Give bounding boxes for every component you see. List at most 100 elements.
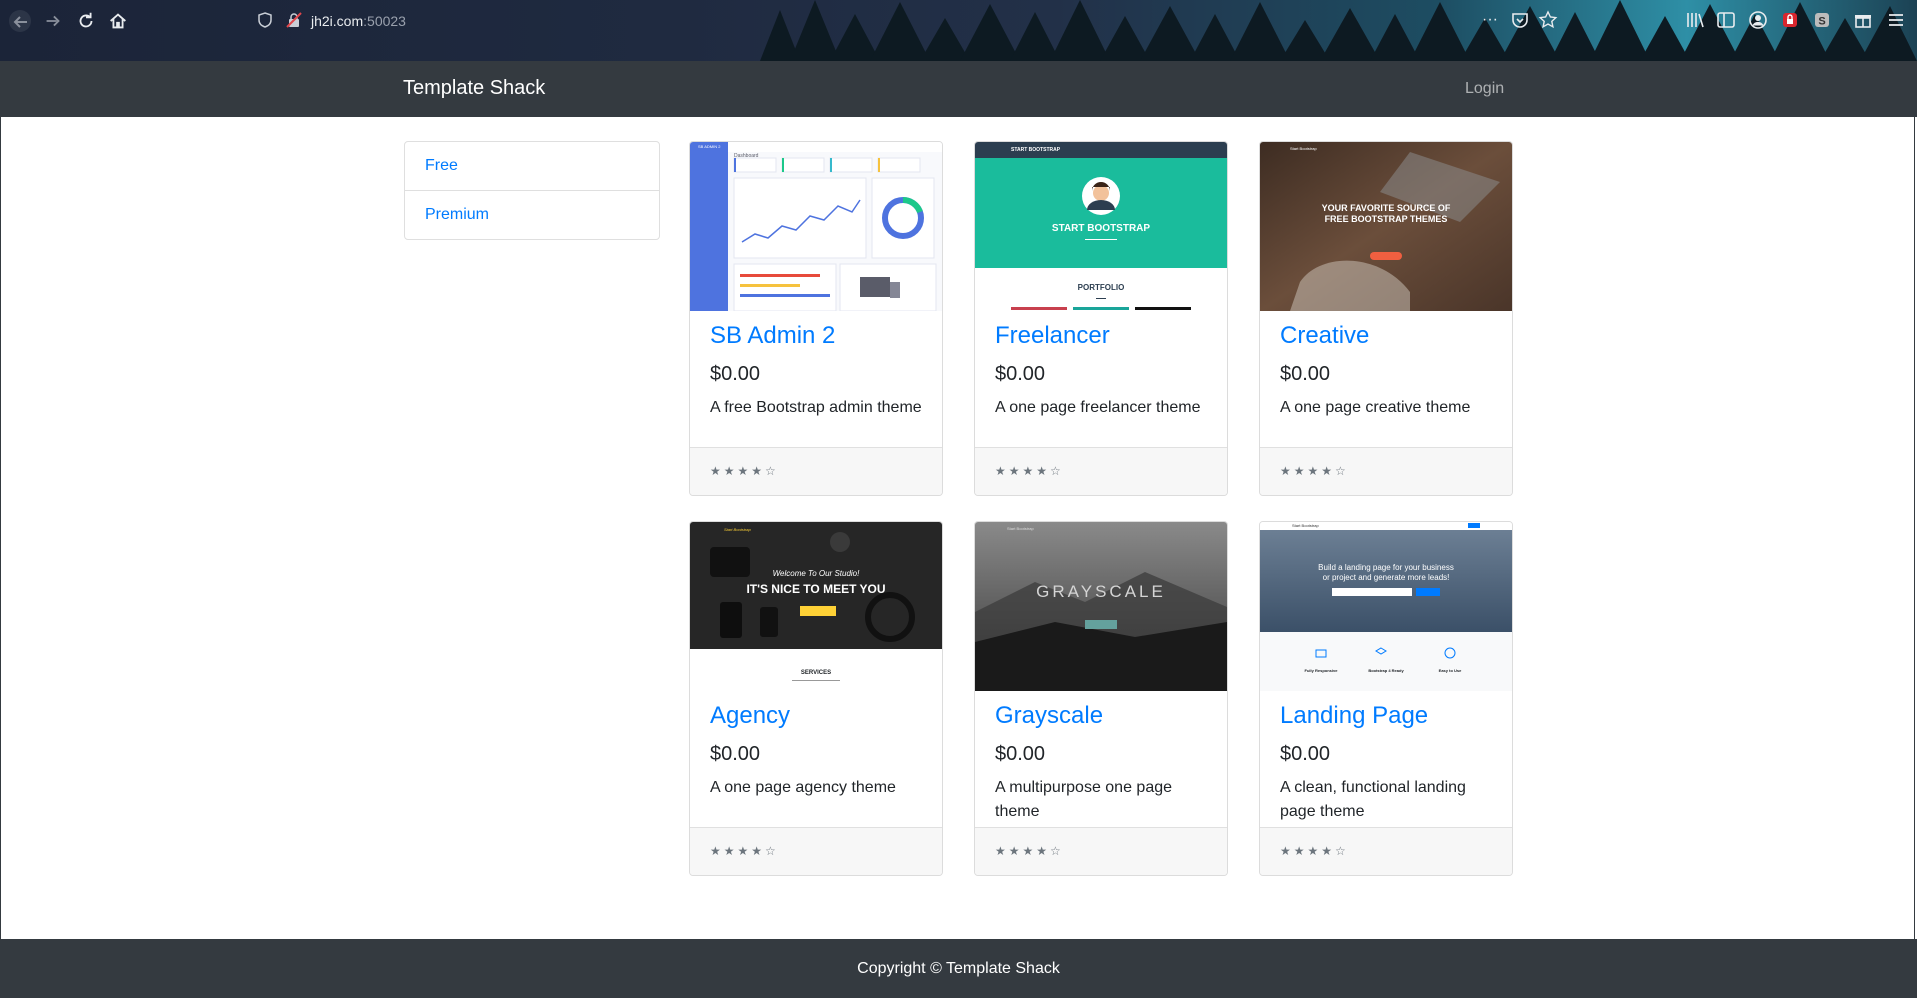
extension-icon[interactable] — [1780, 10, 1800, 30]
card-footer: ★★★★☆ — [1260, 827, 1512, 875]
category-premium[interactable]: Premium — [405, 190, 659, 239]
card-description: A clean, functional landing page theme — [1280, 779, 1466, 820]
card-body: Creative $0.00 A one page creative theme — [1280, 320, 1495, 420]
product-thumbnail[interactable]: Start Bootstrap Welcome To Our Studio! I… — [690, 522, 942, 691]
extension-s-icon[interactable]: S — [1812, 10, 1832, 30]
card-title-link[interactable]: SB Admin 2 — [710, 320, 925, 352]
card-description: A free Bootstrap admin theme — [710, 399, 922, 416]
thumb-heading: Dashboard — [734, 153, 759, 159]
shield-icon[interactable] — [258, 12, 272, 28]
thumb-feature1: Fully Responsive — [1304, 668, 1338, 673]
gift-icon[interactable] — [1853, 10, 1873, 30]
product-thumbnail[interactable]: Start Bootstrap GRAYSCALE — [975, 522, 1227, 691]
menu-icon[interactable] — [1886, 10, 1906, 30]
product-thumbnail[interactable]: SB ADMIN 2 Dashboard — [690, 142, 942, 311]
creative-preview-image — [1260, 142, 1512, 311]
category-free[interactable]: Free — [405, 142, 659, 190]
star-rating: ★★★★☆ — [1280, 844, 1349, 858]
category-list: Free Premium — [404, 141, 660, 240]
card-title-link[interactable]: Creative — [1280, 320, 1495, 352]
forest-theme-background — [760, 0, 1917, 61]
sidebar-icon[interactable] — [1716, 10, 1736, 30]
site-navbar: Template Shack Login — [0, 61, 1917, 117]
star-icon[interactable] — [1538, 10, 1558, 30]
landing-page-preview-image — [1260, 522, 1512, 691]
card-body: Landing Page $0.00 A clean, functional l… — [1280, 700, 1495, 824]
thumb-hero-line2: or project and generate more leads! — [1322, 573, 1450, 582]
card-footer: ★★★★☆ — [690, 827, 942, 875]
product-card: SB ADMIN 2 Dashboard SB Admin 2 $0.00 A … — [689, 141, 943, 496]
reload-button[interactable] — [75, 10, 97, 32]
main-content: Free Premium SB ADMIN 2 Dashboard SB Adm… — [0, 117, 1915, 939]
card-price: $0.00 — [710, 363, 761, 385]
thumb-hero-line1: YOUR FAVORITE SOURCE OF — [1321, 203, 1451, 213]
insecure-lock-icon[interactable] — [286, 12, 302, 28]
card-footer: ★★★★☆ — [1260, 447, 1512, 495]
product-thumbnail[interactable]: Start Bootstrap Build a landing page for… — [1260, 522, 1512, 691]
product-card: Start Bootstrap Welcome To Our Studio! I… — [689, 521, 943, 876]
card-body: SB Admin 2 $0.00 A free Bootstrap admin … — [710, 320, 925, 420]
star-rating: ★★★★☆ — [1280, 464, 1349, 478]
pocket-icon[interactable] — [1510, 10, 1530, 30]
product-card: Start Bootstrap GRAYSCALE Grayscale $0.0… — [974, 521, 1228, 876]
thumb-nav: Start Bootstrap — [1007, 526, 1034, 531]
home-button[interactable] — [107, 10, 129, 32]
forward-button[interactable] — [42, 10, 64, 32]
card-description: A multipurpose one page theme — [995, 779, 1173, 820]
thumb-section: SERVICES — [800, 670, 832, 676]
url-host: jh2i.com — [311, 13, 364, 29]
url-bar[interactable]: jh2i.com:50023 — [311, 13, 406, 29]
svg-text:S: S — [1818, 16, 1825, 28]
thumb-section: PORTFOLIO — [1077, 283, 1125, 292]
url-port: :50023 — [363, 13, 406, 29]
thumb-feature2: Bootstrap 4 Ready — [1368, 668, 1404, 673]
card-price: $0.00 — [1280, 743, 1331, 765]
library-icon[interactable] — [1685, 10, 1705, 30]
login-link[interactable]: Login — [1465, 80, 1504, 98]
card-description: A one page freelancer theme — [995, 399, 1201, 416]
card-title-link[interactable]: Freelancer — [995, 320, 1210, 352]
thumb-hero: START BOOTSTRAP — [1051, 223, 1151, 234]
card-price: $0.00 — [1280, 363, 1331, 385]
thumb-brand: SB ADMIN 2 — [698, 144, 721, 149]
card-title-link[interactable]: Agency — [710, 700, 925, 732]
card-price: $0.00 — [995, 363, 1046, 385]
thumb-nav: Start Bootstrap — [724, 527, 751, 532]
card-body: Grayscale $0.00 A multipurpose one page … — [995, 700, 1210, 824]
sb-admin-preview-image — [690, 142, 942, 311]
reload-icon — [79, 12, 93, 28]
product-card: START BOOTSTRAP START BOOTSTRAP PORTFOLI… — [974, 141, 1228, 496]
card-footer: ★★★★☆ — [975, 827, 1227, 875]
product-thumbnail[interactable]: START BOOTSTRAP START BOOTSTRAP PORTFOLI… — [975, 142, 1227, 311]
back-button[interactable] — [9, 10, 31, 32]
star-rating: ★★★★☆ — [710, 464, 779, 478]
product-card: Start Bootstrap YOUR FAVORITE SOURCE OF … — [1259, 141, 1513, 496]
home-icon — [110, 13, 126, 29]
agency-preview-image — [690, 522, 942, 691]
forward-icon — [46, 15, 60, 27]
thumb-hero: IT'S NICE TO MEET YOU — [746, 582, 886, 596]
navbar-brand[interactable]: Template Shack — [403, 77, 545, 100]
account-icon[interactable] — [1748, 10, 1768, 30]
card-description: A one page creative theme — [1280, 399, 1471, 416]
site-footer: Copyright © Template Shack — [0, 939, 1917, 998]
product-card: Start Bootstrap Build a landing page for… — [1259, 521, 1513, 876]
thumb-nav: START BOOTSTRAP — [1011, 147, 1061, 153]
browser-toolbar: jh2i.com:50023 ··· S — [0, 0, 1917, 61]
thumb-welcome: Welcome To Our Studio! — [772, 569, 860, 578]
card-footer: ★★★★☆ — [975, 447, 1227, 495]
card-title-link[interactable]: Landing Page — [1280, 700, 1495, 732]
card-title-link[interactable]: Grayscale — [995, 700, 1210, 732]
thumb-nav: Start Bootstrap — [1292, 523, 1319, 528]
more-icon[interactable]: ··· — [1480, 10, 1500, 30]
card-price: $0.00 — [995, 743, 1046, 765]
thumb-hero-line2: FREE BOOTSTRAP THEMES — [1324, 214, 1448, 224]
thumb-hero: GRAYSCALE — [1036, 582, 1166, 601]
star-rating: ★★★★☆ — [710, 844, 779, 858]
card-body: Agency $0.00 A one page agency theme — [710, 700, 925, 800]
card-footer: ★★★★☆ — [690, 447, 942, 495]
card-body: Freelancer $0.00 A one page freelancer t… — [995, 320, 1210, 420]
star-rating: ★★★★☆ — [995, 844, 1064, 858]
product-thumbnail[interactable]: Start Bootstrap YOUR FAVORITE SOURCE OF … — [1260, 142, 1512, 311]
copyright-text: Copyright © Template Shack — [857, 960, 1060, 977]
